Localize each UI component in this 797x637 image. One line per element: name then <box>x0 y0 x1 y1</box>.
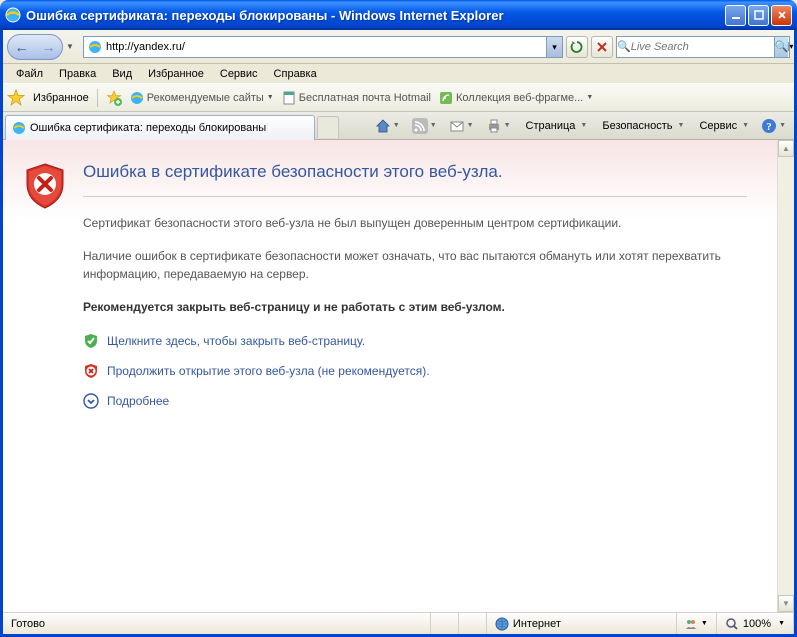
page-icon <box>282 91 296 105</box>
menu-bar: Файл Правка Вид Избранное Сервис Справка <box>3 64 794 84</box>
safety-menu[interactable]: Безопасность▼ <box>595 115 688 137</box>
error-p1: Сертификат безопасности этого веб-узла н… <box>83 215 747 232</box>
window-title: Ошибка сертификата: переходы блокированы… <box>26 8 723 23</box>
menu-file[interactable]: Файл <box>9 66 50 82</box>
search-icon: 🔍 <box>617 40 631 53</box>
favorites-bar: Избранное Рекомендуемые сайты ▼ Бесплатн… <box>3 84 794 112</box>
browser-tab[interactable]: Ошибка сертификата: переходы блокированы <box>5 115 315 140</box>
content-area: Ошибка в сертификате безопасности этого … <box>3 140 794 612</box>
suggested-sites-link[interactable]: Рекомендуемые сайты ▼ <box>130 91 274 105</box>
feeds-button[interactable]: ▼ <box>408 115 441 137</box>
search-go-button[interactable]: 🔍 <box>774 37 789 57</box>
status-bar: Готово Интернет ▼ 100% ▼ <box>3 612 794 634</box>
home-button[interactable]: ▼ <box>371 115 404 137</box>
zoom-icon <box>725 617 739 631</box>
shield-ok-icon <box>83 333 99 349</box>
read-mail-button[interactable]: ▼ <box>445 115 478 137</box>
close-page-link[interactable]: Щелкните здесь, чтобы закрыть веб-страни… <box>83 333 747 349</box>
page-icon <box>87 39 103 55</box>
zoom-control[interactable]: 100% ▼ <box>717 613 794 634</box>
menu-edit[interactable]: Правка <box>52 66 103 82</box>
globe-icon <box>495 617 509 631</box>
search-dropdown[interactable]: ▾ <box>788 42 793 51</box>
protected-mode[interactable]: ▼ <box>677 613 717 634</box>
dropdown-icon: ▼ <box>586 94 593 101</box>
dropdown-icon: ▼ <box>701 620 708 627</box>
shield-error-small-icon <box>83 363 99 379</box>
refresh-button[interactable] <box>566 36 588 58</box>
menu-tools[interactable]: Сервис <box>213 66 265 82</box>
vertical-scrollbar[interactable]: ▲ ▼ <box>777 140 794 612</box>
minimize-button[interactable] <box>725 5 746 26</box>
favorites-star-icon[interactable] <box>7 89 25 107</box>
page-menu[interactable]: Страница▼ <box>519 115 592 137</box>
search-box[interactable]: 🔍 🔍 ▾ <box>616 36 790 58</box>
address-dropdown[interactable]: ▾ <box>546 37 562 57</box>
slice-icon <box>439 91 453 105</box>
svg-text:?: ? <box>766 121 772 133</box>
dropdown-icon: ▼ <box>778 620 785 627</box>
favorites-label[interactable]: Избранное <box>33 92 89 104</box>
security-zone[interactable]: Интернет <box>487 613 677 634</box>
menu-favorites[interactable]: Избранное <box>141 66 211 82</box>
status-icon-1 <box>431 613 459 634</box>
tab-row: Ошибка сертификата: переходы блокированы… <box>3 112 794 140</box>
forward-icon: → <box>42 39 56 55</box>
users-icon <box>685 618 697 630</box>
web-slices-link[interactable]: Коллекция веб-фрагме... ▼ <box>439 91 593 105</box>
continue-link[interactable]: Продолжить открытие этого веб-узла (не р… <box>83 363 747 379</box>
tab-title: Ошибка сертификата: переходы блокированы <box>30 122 266 134</box>
url-input[interactable] <box>106 38 546 56</box>
stop-button[interactable] <box>591 36 613 58</box>
expand-icon <box>83 393 99 409</box>
nav-back-forward[interactable]: ← → <box>7 34 63 60</box>
dropdown-icon: ▼ <box>267 94 274 101</box>
separator <box>97 89 98 107</box>
tools-menu[interactable]: Сервис▼ <box>692 115 753 137</box>
menu-view[interactable]: Вид <box>105 66 139 82</box>
command-bar: ▼ ▼ ▼ ▼ Страница▼ Безопасность▼ Сервис▼ … <box>371 115 790 137</box>
help-button[interactable]: ?▼ <box>757 115 790 137</box>
error-recommendation: Рекомендуется закрыть веб-страницу и не … <box>83 299 747 316</box>
address-bar[interactable]: ▾ <box>83 36 563 58</box>
more-info-link[interactable]: Подробнее <box>83 393 747 409</box>
close-button[interactable] <box>771 5 792 26</box>
scroll-down-button[interactable]: ▼ <box>778 595 794 612</box>
new-tab-button[interactable] <box>317 116 339 138</box>
maximize-button[interactable] <box>748 5 769 26</box>
print-button[interactable]: ▼ <box>482 115 515 137</box>
shield-error-icon <box>23 162 67 423</box>
ie-icon <box>5 7 21 23</box>
status-icon-2 <box>459 613 487 634</box>
menu-help[interactable]: Справка <box>267 66 324 82</box>
status-text: Готово <box>3 613 431 634</box>
navigation-toolbar: ← → ▼ ▾ 🔍 🔍 ▾ <box>3 30 794 64</box>
error-heading: Ошибка в сертификате безопасности этого … <box>83 162 747 182</box>
divider <box>83 196 747 197</box>
title-bar: Ошибка сертификата: переходы блокированы… <box>0 0 797 30</box>
back-icon: ← <box>15 39 29 55</box>
search-input[interactable] <box>631 41 774 53</box>
ie-icon <box>130 91 144 105</box>
ie-icon <box>12 121 26 135</box>
nav-history-dropdown[interactable]: ▼ <box>66 42 80 51</box>
hotmail-link[interactable]: Бесплатная почта Hotmail <box>282 91 431 105</box>
error-p2: Наличие ошибок в сертификате безопасност… <box>83 248 747 283</box>
add-favorites-icon[interactable] <box>106 90 122 106</box>
scroll-up-button[interactable]: ▲ <box>778 140 794 157</box>
